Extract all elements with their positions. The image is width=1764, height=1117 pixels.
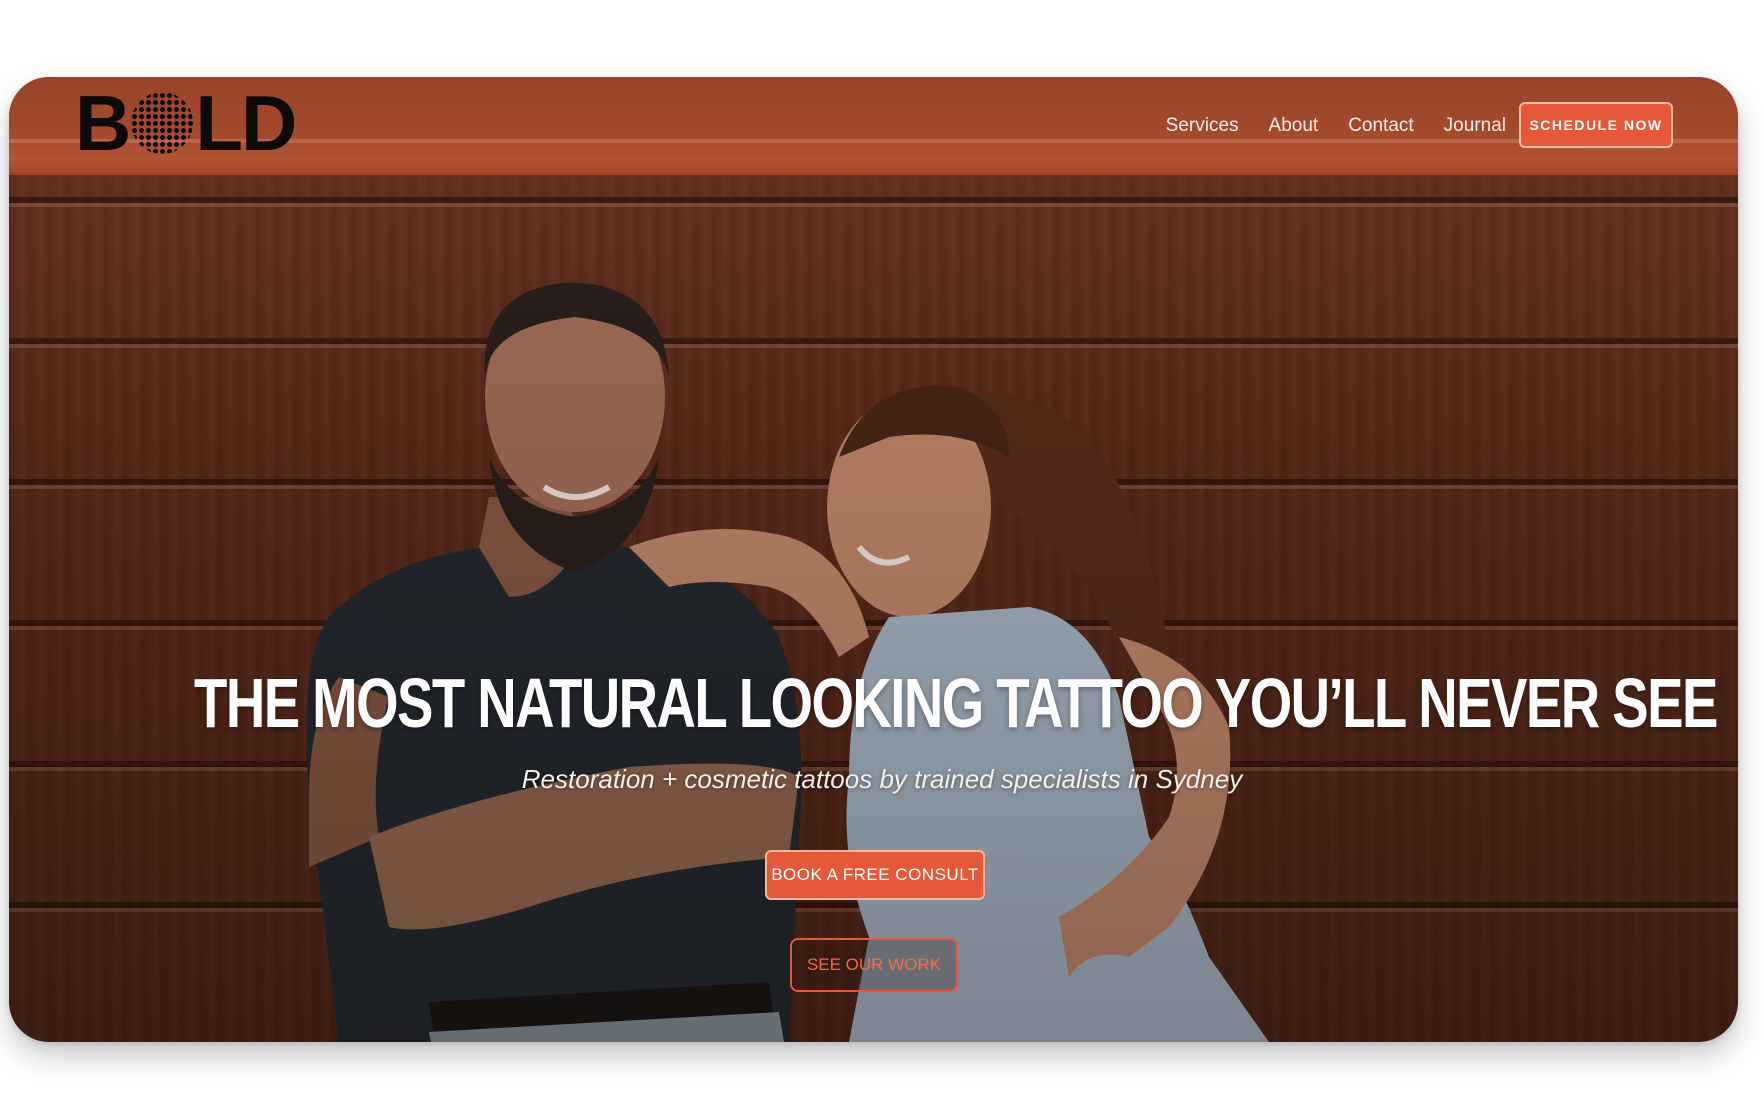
logo-letter-b: B [75,79,131,167]
nav-link-about[interactable]: About [1269,115,1319,137]
nav-link-contact[interactable]: Contact [1348,115,1413,137]
page: B LD Services About Contact Journal SCHE… [0,0,1764,1117]
brand-logo[interactable]: B LD [75,79,297,167]
nav-link-journal[interactable]: Journal [1444,115,1506,137]
nav-link-services[interactable]: Services [1166,115,1239,137]
logo-dot-o-icon [131,92,194,154]
hero-title: THE MOST NATURAL LOOKING TATTOO YOU’LL N… [194,664,1718,742]
hero-subtitle: Restoration + cosmetic tattoos by traine… [521,764,1243,794]
logo-letters-ld: LD [195,79,297,167]
main-nav: Services About Contact Journal [1166,115,1506,137]
book-consult-button[interactable]: BOOK A FREE CONSULT [765,850,985,900]
schedule-now-button[interactable]: SCHEDULE NOW [1519,102,1673,148]
see-our-work-button[interactable]: SEE OUR WORK [790,938,958,992]
hero-overlay [9,175,1738,1042]
